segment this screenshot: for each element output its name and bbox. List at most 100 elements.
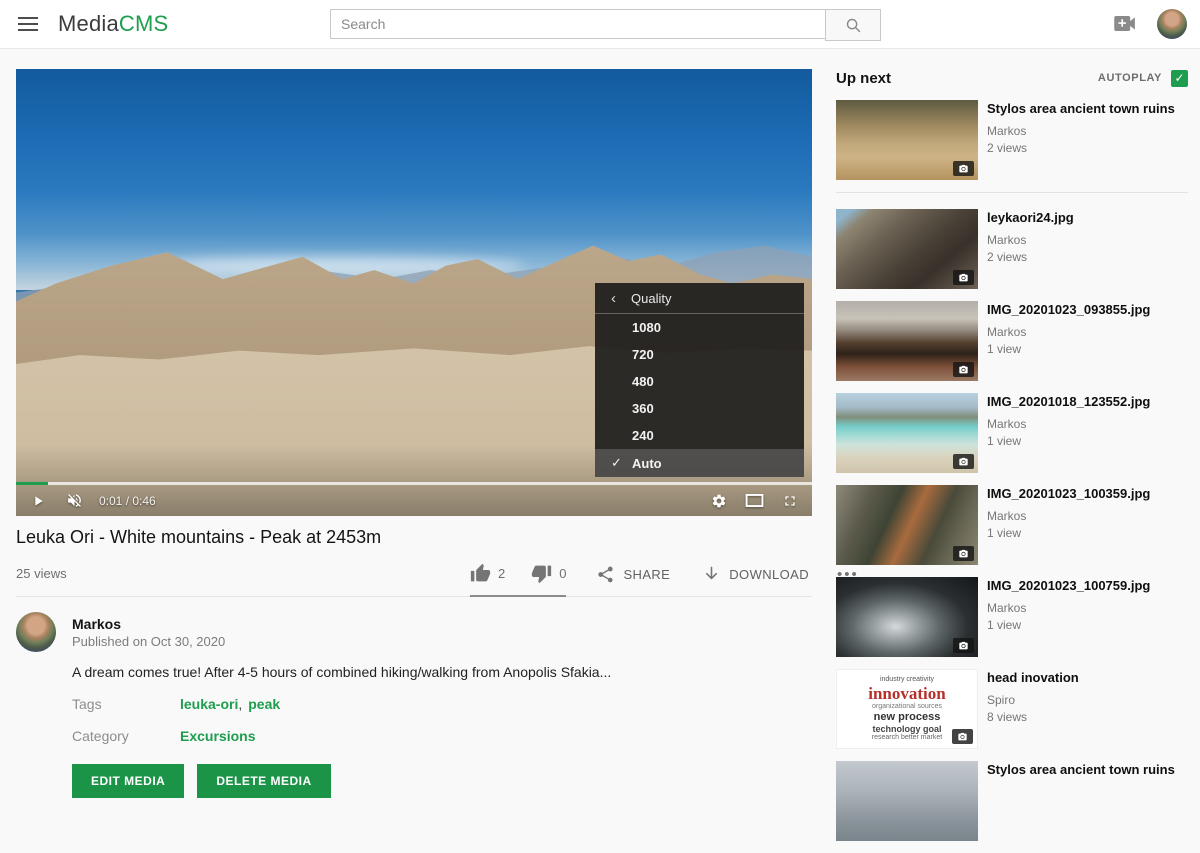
item-author: Markos <box>987 417 1150 431</box>
media-description: A dream comes true! After 4-5 hours of c… <box>72 663 672 683</box>
divider <box>16 596 812 597</box>
autoplay-checkbox[interactable] <box>1171 70 1188 87</box>
video-thumbnail[interactable] <box>836 577 978 657</box>
category-link[interactable]: Excursions <box>180 728 255 744</box>
video-thumbnail[interactable] <box>836 209 978 289</box>
time-display: 0:01 / 0:46 <box>99 494 156 508</box>
item-views: 8 views <box>987 710 1079 724</box>
search-input[interactable] <box>330 9 826 39</box>
quality-option-480[interactable]: 480 <box>595 368 804 395</box>
list-item[interactable]: industry creativity innovation organizat… <box>836 669 1188 749</box>
tag-leuka-ori[interactable]: leuka-ori <box>180 696 238 712</box>
user-avatar[interactable] <box>1157 9 1187 39</box>
item-title[interactable]: IMG_20201018_123552.jpg <box>987 394 1150 411</box>
up-next-list: Stylos area ancient town ruins Markos 2 … <box>836 100 1188 853</box>
camera-icon <box>953 546 974 561</box>
rate-group: 2 0 <box>470 552 566 597</box>
share-label: SHARE <box>623 567 670 582</box>
item-author: Markos <box>987 233 1074 247</box>
up-next-title: Up next <box>836 70 891 87</box>
logo-cms: CMS <box>119 11 169 36</box>
quality-option-1080[interactable]: 1080 <box>595 314 804 341</box>
tags-label: Tags <box>72 696 102 712</box>
item-title[interactable]: IMG_20201023_100359.jpg <box>987 486 1150 503</box>
tags-value: leuka-ori, peak <box>180 696 280 712</box>
author-avatar[interactable] <box>16 612 56 652</box>
mute-button[interactable] <box>66 492 83 509</box>
item-title[interactable]: leykaori24.jpg <box>987 210 1074 227</box>
list-item[interactable]: IMG_20201023_093855.jpg Markos 1 view <box>836 301 1188 381</box>
category-label: Category <box>72 728 129 744</box>
video-thumbnail[interactable] <box>836 100 978 180</box>
quality-menu: Quality 1080 720 480 360 240 Auto <box>595 283 804 477</box>
menu-icon[interactable] <box>18 23 38 25</box>
item-views: 2 views <box>987 250 1074 264</box>
category-value: Excursions <box>180 728 255 744</box>
camera-icon <box>953 638 974 653</box>
share-button[interactable]: SHARE <box>596 565 670 584</box>
top-bar: MediaCMS <box>0 0 1200 49</box>
share-icon <box>596 565 615 584</box>
upload-media-button[interactable] <box>1114 16 1137 31</box>
tag-separator: , <box>238 696 242 712</box>
like-button[interactable]: 2 <box>470 563 505 584</box>
edit-media-button[interactable]: EDIT MEDIA <box>72 764 184 798</box>
fullscreen-icon[interactable] <box>782 493 798 509</box>
theater-mode-icon[interactable] <box>745 493 764 508</box>
settings-gear-icon[interactable] <box>711 493 727 509</box>
video-player[interactable]: Quality 1080 720 480 360 240 Auto 0:01 /… <box>16 69 812 516</box>
item-title[interactable]: Stylos area ancient town ruins <box>987 101 1175 118</box>
app-logo[interactable]: MediaCMS <box>58 11 168 37</box>
video-thumbnail[interactable] <box>836 761 978 841</box>
item-title[interactable]: head inovation <box>987 670 1079 687</box>
player-controls: 0:01 / 0:46 <box>16 485 812 516</box>
list-item[interactable]: Stylos area ancient town ruins <box>836 761 1188 841</box>
delete-media-button[interactable]: DELETE MEDIA <box>197 764 330 798</box>
list-item[interactable]: IMG_20201023_100759.jpg Markos 1 view <box>836 577 1188 657</box>
search-button[interactable] <box>825 9 881 41</box>
list-item[interactable]: IMG_20201023_100359.jpg Markos 1 view <box>836 485 1188 565</box>
play-button[interactable] <box>30 493 46 509</box>
quality-option-360[interactable]: 360 <box>595 395 804 422</box>
checkmark-icon <box>611 455 623 471</box>
like-count: 2 <box>498 566 505 581</box>
search-icon <box>845 17 862 34</box>
quality-menu-back[interactable]: Quality <box>595 283 804 314</box>
author-name[interactable]: Markos <box>72 616 121 632</box>
video-thumbnail[interactable]: industry creativity innovation organizat… <box>836 669 978 749</box>
logo-media: Media <box>58 11 119 36</box>
thumb-down-icon <box>531 563 552 584</box>
item-title[interactable]: IMG_20201023_093855.jpg <box>987 302 1150 319</box>
quality-option-720[interactable]: 720 <box>595 341 804 368</box>
thumb-up-icon <box>470 563 491 584</box>
divider <box>836 192 1188 193</box>
list-item[interactable]: Stylos area ancient town ruins Markos 2 … <box>836 100 1188 180</box>
download-icon <box>702 565 721 584</box>
quality-option-auto[interactable]: Auto <box>595 449 804 477</box>
dislike-button[interactable]: 0 <box>531 563 566 584</box>
item-author: Spiro <box>987 693 1079 707</box>
item-title[interactable]: Stylos area ancient town ruins <box>987 762 1175 779</box>
download-button[interactable]: DOWNLOAD <box>702 565 809 584</box>
video-thumbnail[interactable] <box>836 393 978 473</box>
item-views: 1 view <box>987 526 1150 540</box>
media-title: Leuka Ori - White mountains - Peak at 24… <box>16 527 716 548</box>
camera-icon <box>953 270 974 285</box>
video-thumbnail[interactable] <box>836 485 978 565</box>
item-title[interactable]: IMG_20201023_100759.jpg <box>987 578 1150 595</box>
publish-date: Published on Oct 30, 2020 <box>72 634 225 649</box>
item-author: Markos <box>987 509 1150 523</box>
autoplay-label: AUTOPLAY <box>1098 72 1162 84</box>
back-chevron-icon <box>611 290 616 307</box>
search-bar <box>330 9 881 41</box>
list-item[interactable]: IMG_20201018_123552.jpg Markos 1 view <box>836 393 1188 473</box>
tag-peak[interactable]: peak <box>248 696 280 712</box>
list-item[interactable]: leykaori24.jpg Markos 2 views <box>836 209 1188 289</box>
item-author: Markos <box>987 124 1175 138</box>
quality-option-240[interactable]: 240 <box>595 422 804 449</box>
video-thumbnail[interactable] <box>836 301 978 381</box>
camera-icon <box>953 454 974 469</box>
item-author: Markos <box>987 325 1150 339</box>
owner-actions: EDIT MEDIA DELETE MEDIA <box>72 764 331 798</box>
download-label: DOWNLOAD <box>729 567 809 582</box>
